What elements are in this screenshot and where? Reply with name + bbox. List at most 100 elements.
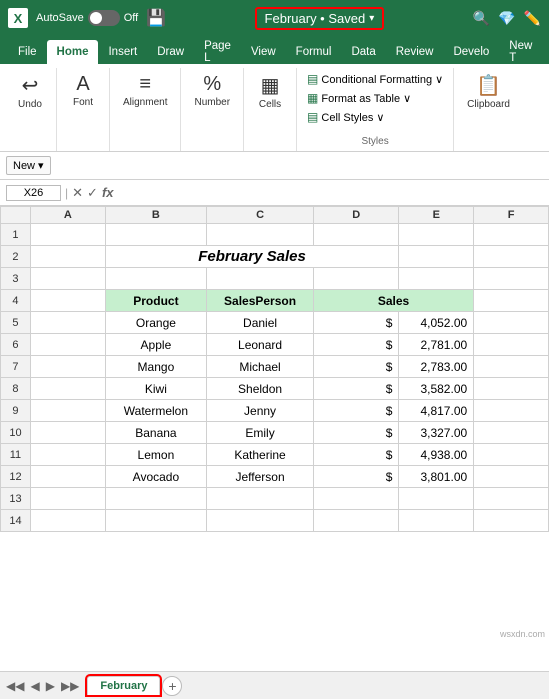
cell-a12[interactable] [30, 466, 105, 488]
tab-help[interactable]: Help [542, 40, 549, 64]
cell-c6[interactable]: Leonard [207, 334, 314, 356]
cell-a9[interactable] [30, 400, 105, 422]
undo-button[interactable]: ↩ Undo [12, 70, 48, 113]
cell-f9[interactable] [474, 400, 549, 422]
row-header-11[interactable]: 11 [1, 444, 31, 466]
cell-c14[interactable] [207, 510, 314, 532]
cell-e6[interactable]: 2,781.00 [399, 334, 474, 356]
cell-b12[interactable]: Avocado [105, 466, 206, 488]
cell-d4-sales[interactable]: Sales [313, 290, 473, 312]
cell-d8[interactable]: $ [313, 378, 398, 400]
cell-reference[interactable]: X26 [6, 185, 61, 201]
cell-f6[interactable] [474, 334, 549, 356]
alignment-button[interactable]: ≡ Alignment [118, 70, 172, 111]
cell-c13[interactable] [207, 488, 314, 510]
title-dropdown-icon[interactable]: ▾ [369, 13, 374, 24]
row-header-2[interactable]: 2 [1, 246, 31, 268]
cell-b9[interactable]: Watermelon [105, 400, 206, 422]
document-title-box[interactable]: February • Saved ▾ [255, 7, 385, 30]
cell-e13[interactable] [399, 488, 474, 510]
cell-c12[interactable]: Jefferson [207, 466, 314, 488]
tab-data[interactable]: Data [341, 40, 385, 64]
add-sheet-button[interactable]: + [162, 676, 182, 696]
save-icon[interactable]: 💾 [146, 8, 166, 28]
cell-a8[interactable] [30, 378, 105, 400]
tab-draw[interactable]: Draw [147, 40, 194, 64]
cell-b8[interactable]: Kiwi [105, 378, 206, 400]
cell-f7[interactable] [474, 356, 549, 378]
cell-b13[interactable] [105, 488, 206, 510]
cell-e14[interactable] [399, 510, 474, 532]
cell-a13[interactable] [30, 488, 105, 510]
col-header-c[interactable]: C [207, 207, 314, 224]
cell-f11[interactable] [474, 444, 549, 466]
cell-a14[interactable] [30, 510, 105, 532]
cell-d9[interactable]: $ [313, 400, 398, 422]
cell-c10[interactable]: Emily [207, 422, 314, 444]
cell-e3[interactable] [399, 268, 474, 290]
cell-styles-button[interactable]: ▤ Cell Styles ∨ [303, 108, 447, 126]
cell-f12[interactable] [474, 466, 549, 488]
cell-d14[interactable] [313, 510, 398, 532]
tab-view[interactable]: View [241, 40, 286, 64]
tab-page-layout[interactable]: Page L [194, 40, 241, 64]
cell-e9[interactable]: 4,817.00 [399, 400, 474, 422]
cell-b4-product[interactable]: Product [105, 290, 206, 312]
autosave-toggle[interactable] [88, 10, 120, 26]
sheet-tab-february[interactable]: February [87, 676, 160, 695]
cell-c7[interactable]: Michael [207, 356, 314, 378]
row-header-5[interactable]: 5 [1, 312, 31, 334]
new-button[interactable]: New ▾ [6, 156, 51, 175]
row-header-1[interactable]: 1 [1, 224, 31, 246]
cell-d5[interactable]: $ [313, 312, 398, 334]
tab-home[interactable]: Home [47, 40, 99, 64]
cell-f4[interactable] [474, 290, 549, 312]
col-header-d[interactable]: D [313, 207, 398, 224]
cell-c11[interactable]: Katherine [207, 444, 314, 466]
nav-first-icon[interactable]: ◀◀ [4, 677, 26, 695]
formula-input[interactable] [118, 185, 544, 201]
col-header-a[interactable]: A [30, 207, 105, 224]
row-header-7[interactable]: 7 [1, 356, 31, 378]
cell-b5[interactable]: Orange [105, 312, 206, 334]
cell-f14[interactable] [474, 510, 549, 532]
tab-review[interactable]: Review [386, 40, 444, 64]
cells-button[interactable]: ▦ Cells [252, 70, 288, 113]
cell-f10[interactable] [474, 422, 549, 444]
cell-d1[interactable] [313, 224, 398, 246]
row-header-4[interactable]: 4 [1, 290, 31, 312]
row-header-12[interactable]: 12 [1, 466, 31, 488]
cell-a4[interactable] [30, 290, 105, 312]
conditional-formatting-button[interactable]: ▤ Conditional Formatting ∨ [303, 70, 447, 88]
row-header-6[interactable]: 6 [1, 334, 31, 356]
clipboard-button[interactable]: 📋 Clipboard [462, 70, 515, 113]
tab-file[interactable]: File [8, 40, 47, 64]
cell-f8[interactable] [474, 378, 549, 400]
cell-d12[interactable]: $ [313, 466, 398, 488]
cell-d7[interactable]: $ [313, 356, 398, 378]
cell-a10[interactable] [30, 422, 105, 444]
cell-d6[interactable]: $ [313, 334, 398, 356]
cell-a11[interactable] [30, 444, 105, 466]
cell-b1[interactable] [105, 224, 206, 246]
cell-a1[interactable] [30, 224, 105, 246]
cell-e5[interactable]: 4,052.00 [399, 312, 474, 334]
share-icon[interactable]: ✏️ [524, 10, 541, 27]
row-header-14[interactable]: 14 [1, 510, 31, 532]
cell-f3[interactable] [474, 268, 549, 290]
col-header-e[interactable]: E [399, 207, 474, 224]
confirm-formula-icon[interactable]: ✓ [87, 185, 98, 201]
cell-b14[interactable] [105, 510, 206, 532]
cell-e2[interactable] [399, 246, 474, 268]
cell-e11[interactable]: 4,938.00 [399, 444, 474, 466]
cell-a7[interactable] [30, 356, 105, 378]
cell-c9[interactable]: Jenny [207, 400, 314, 422]
cell-c3[interactable] [207, 268, 314, 290]
search-icon[interactable]: 🔍 [473, 10, 490, 27]
nav-next-icon[interactable]: ▶ [44, 677, 57, 695]
cancel-formula-icon[interactable]: ✕ [72, 185, 83, 201]
tab-new-tab[interactable]: New T [499, 40, 542, 64]
formula-fx-icon[interactable]: fx [102, 185, 114, 200]
row-header-13[interactable]: 13 [1, 488, 31, 510]
cell-f13[interactable] [474, 488, 549, 510]
